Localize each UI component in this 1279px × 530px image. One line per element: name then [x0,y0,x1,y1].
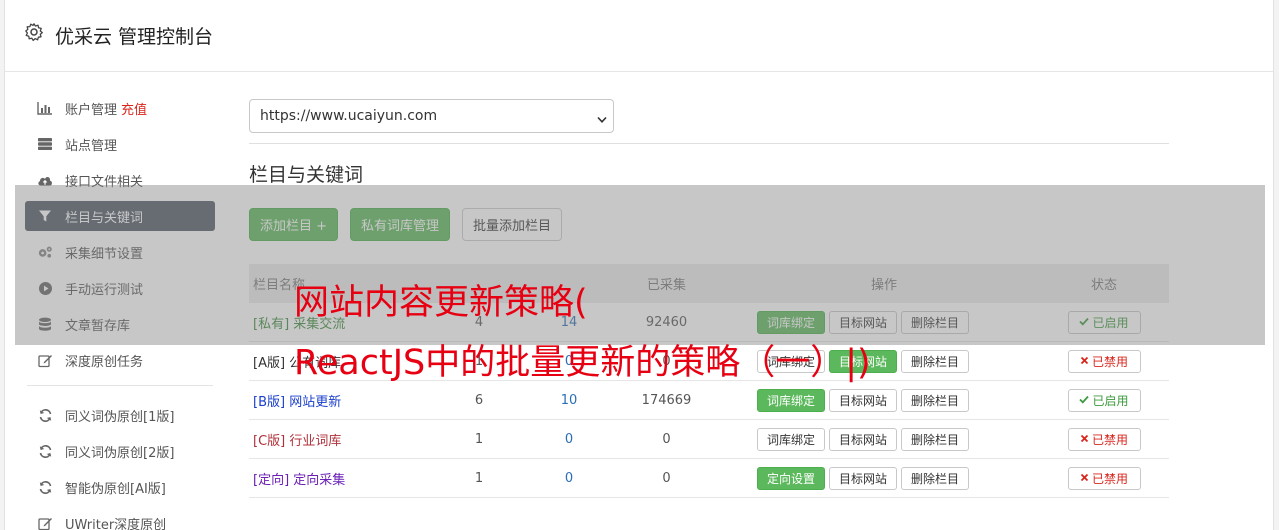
status-label: 已禁用 [1091,354,1128,369]
cell-count-1: 6 [474,392,484,408]
sidebar-item[interactable]: 智能伪原创[AI版] [25,472,215,502]
overlay-headline-2: ReactJS中的批量更新的策略（一）|) [294,343,871,383]
status-toggle[interactable]: 已启用 [1067,388,1141,412]
sidebar-item[interactable]: 深度原创任务 [25,345,215,375]
overlay-band [15,185,1265,345]
column-name[interactable]: [定向] 定向采集 [249,469,424,488]
row-actions: 词库绑定 目标网站 删除栏目 [729,427,1039,451]
overlay-headline-1: 网站内容更新策略( [294,283,588,323]
cell-collected: 0 [662,470,671,486]
sidebar-item[interactable]: 账户管理 充值 [25,93,215,123]
edit-icon [37,515,53,530]
status-label: 已禁用 [1091,471,1128,486]
status-label: 已启用 [1092,393,1129,408]
sidebar-item-label: 账户管理 [65,102,118,118]
status-cell: 已启用 [1039,388,1169,412]
gear-icon[interactable] [24,22,44,42]
server-icon [37,136,53,152]
cell-count-2[interactable]: 0 [534,471,604,486]
cell-count-1: 1 [474,470,484,486]
sidebar-item-label: 同义词伪原创[1版] [65,409,175,425]
target-site-button[interactable]: 目标网站 [829,466,898,490]
sidebar-item[interactable]: UWriter深度原创 [25,508,215,530]
divider [249,143,1169,144]
bar-chart-icon [37,100,53,116]
status-toggle[interactable]: 已禁用 [1067,427,1141,451]
target-site-button[interactable]: 目标网站 [829,388,898,412]
check-icon [1079,393,1092,407]
cell-collected: 174669 [641,392,692,408]
recharge-link[interactable]: 充值 [121,99,147,118]
cell-collected: 0 [662,431,671,447]
delete-column-button[interactable]: 删除栏目 [901,427,970,451]
bind-lib-button[interactable]: 词库绑定 [757,388,826,412]
bind-lib-button[interactable]: 词库绑定 [757,427,826,451]
sidebar-divider [27,385,213,386]
status-cell: 已禁用 [1039,427,1169,451]
close-icon [1080,471,1092,485]
delete-column-button[interactable]: 删除栏目 [901,349,970,373]
top-bar: 优采云 管理控制台 [5,0,1273,72]
sidebar-item[interactable]: 站点管理 [25,129,215,159]
sidebar-item-label: 深度原创任务 [65,354,144,370]
delete-column-button[interactable]: 删除栏目 [901,466,970,490]
site-select-value: https://www.ucaiyun.com [260,108,438,124]
status-toggle[interactable]: 已禁用 [1067,466,1141,490]
status-cell: 已禁用 [1039,466,1169,490]
sidebar-item-label: 同义词伪原创[2版] [65,445,175,461]
target-site-button[interactable]: 目标网站 [829,427,898,451]
cell-count-2[interactable]: 0 [534,432,604,447]
table-row: [B版] 网站更新 6 10 174669 词库绑定 目标网站 删除栏目 已启用 [249,381,1169,420]
column-name[interactable]: [C版] 行业词库 [249,430,424,449]
sidebar-item-label: 站点管理 [65,138,118,154]
close-icon [1080,354,1092,368]
column-name[interactable]: [B版] 网站更新 [249,391,424,410]
refresh-icon [37,407,53,423]
refresh-icon [37,443,53,459]
status-cell: 已禁用 [1039,349,1169,373]
row-actions: 词库绑定 目标网站 删除栏目 [729,388,1039,412]
delete-column-button[interactable]: 删除栏目 [901,388,970,412]
sidebar-item-label: 智能伪原创[AI版] [65,481,166,497]
close-icon [1080,432,1092,446]
app-title: 优采云 管理控制台 [55,26,214,48]
table-row: [定向] 定向采集 1 0 0 定向设置 目标网站 删除栏目 已禁用 [249,459,1169,498]
sidebar-item[interactable]: 同义词伪原创[2版] [25,436,215,466]
cell-count-2[interactable]: 10 [534,393,604,408]
bind-lib-button[interactable]: 定向设置 [757,466,826,490]
section-title: 栏目与关键词 [249,164,364,186]
status-toggle[interactable]: 已禁用 [1067,349,1141,373]
sidebar-item-label: UWriter深度原创 [65,517,167,530]
site-select[interactable]: https://www.ucaiyun.com [249,99,614,133]
refresh-icon [37,479,53,495]
table-row: [C版] 行业词库 1 0 0 词库绑定 目标网站 删除栏目 已禁用 [249,420,1169,459]
status-label: 已禁用 [1091,432,1128,447]
row-actions: 定向设置 目标网站 删除栏目 [729,466,1039,490]
chevron-down-icon [597,112,607,123]
cell-count-1: 1 [474,431,484,447]
edit-icon [37,352,53,368]
sidebar-item[interactable]: 同义词伪原创[1版] [25,400,215,430]
